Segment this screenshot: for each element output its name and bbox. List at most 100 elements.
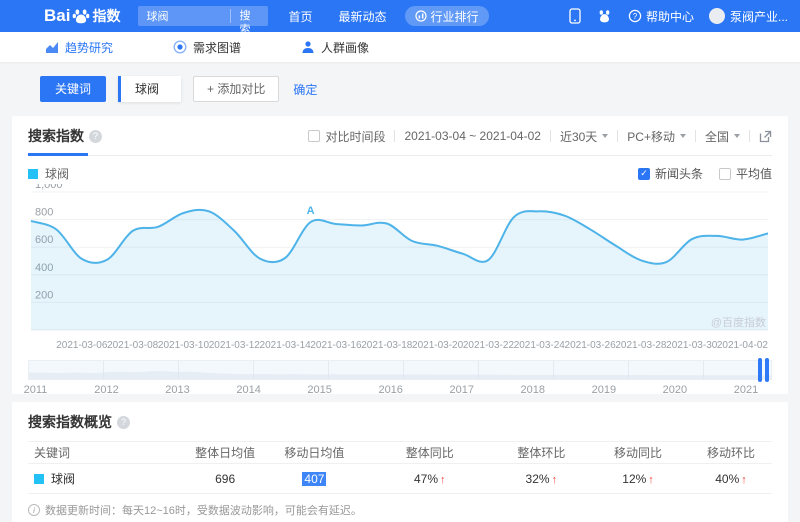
col-mobile-yoy: 移动同比 [614,446,663,460]
col-overall-mom: 整体环比 [517,446,566,460]
mobile-icon[interactable] [569,8,581,24]
tab-demand-map[interactable]: 需求图谱 [173,39,241,56]
mobile-avg-value-highlighted[interactable]: 407 [302,471,327,486]
divider [549,130,551,142]
keyword-cell: 球阀 [28,470,184,487]
slider-handle-right[interactable] [765,358,769,382]
news-headline-checkbox[interactable]: ✓ 新闻头条 [637,165,703,182]
year-label: 2018 [520,384,546,396]
svg-text:2021-03-10: 2021-03-10 [158,340,210,351]
tab-label: 趋势研究 [65,40,114,55]
nav-link-news[interactable]: 最新动态 [338,8,386,25]
tab-trend-research[interactable]: 趋势研究 [45,39,113,56]
year-label: 2016 [378,384,403,396]
trend-chart-svg[interactable]: 2004006008001,0002021-03-062021-03-08202… [28,184,772,354]
search-index-overview-card: 搜索指数概览 ? 关键词 整体日均值 移动日均值 整体同比 整体环比 移动同比 … [12,402,788,522]
keyword-bar: 关键词 球阀 + 添加对比 确定 [40,76,800,102]
svg-text:2021-03-22: 2021-03-22 [463,340,515,351]
avatar [708,8,725,24]
compare-period-label: 对比时间段 [325,129,386,144]
data-update-note: i 数据更新时间：每天12~16时，受数据波动影响，可能会有延迟。 [28,502,772,518]
year-label: 2014 [236,384,261,396]
logo-text: Bai [44,6,71,25]
app-paw-icon[interactable] [596,9,613,23]
timeline-years: 2011 2012 2013 2014 2015 2016 2017 2018 2019 2020… [24,384,772,397]
mobile-yoy-cell: 12% ↑ [586,472,690,486]
checkbox-unchecked-icon[interactable] [308,130,321,142]
svg-text:A: A [307,205,315,217]
user-account[interactable]: 泵阀产业... [708,8,788,25]
trend-chart-area[interactable]: 2004006008001,0002021-03-062021-03-08202… [28,184,772,354]
tab-label: 需求图谱 [193,40,242,55]
svg-text:2021-03-24: 2021-03-24 [514,340,566,351]
period-select[interactable]: 近30天 [559,128,609,145]
help-center[interactable]: ? 帮助中心 [628,8,694,25]
average-checkbox[interactable]: 平均值 [718,165,772,182]
svg-text:2021-04-02: 2021-04-02 [717,340,769,351]
top-navbar: Bai 指数 搜索 首页 最新动态 行业排行 [0,0,800,36]
svg-text:2021-03-06: 2021-03-06 [56,340,108,351]
add-compare-button[interactable]: + 添加对比 [193,76,280,102]
compare-period-checkbox[interactable]: 对比时间段 [308,128,385,145]
help-icon: ? [628,9,642,23]
col-keyword: 关键词 [34,446,71,460]
keyword-value: 球阀 [51,472,76,486]
device-select[interactable]: PC+移动 [627,128,686,145]
search-button[interactable]: 搜索 [230,9,268,36]
checkbox-checked-icon[interactable]: ✓ [637,167,650,180]
search-input[interactable] [138,10,231,22]
navbar-search: 搜索 [138,6,269,36]
col-overall-daily-avg: 整体日均值 [195,446,256,460]
tab-label: 人群画像 [321,40,370,55]
keyword-tag[interactable]: 球阀 [118,76,182,102]
date-range-picker[interactable]: 2021-03-04 ~ 2021-04-02 [404,129,540,143]
year-label: 2019 [591,384,617,396]
year-label: 2020 [662,384,688,396]
year-label: 2017 [449,384,474,396]
active-tab-underline [28,153,88,156]
question-icon[interactable]: ? [117,415,130,429]
col-mobile-daily-avg: 移动日均值 [284,446,345,460]
overall-yoy-cell: 47% ↑ [363,472,497,486]
svg-text:2021-03-28: 2021-03-28 [615,340,667,351]
mobile-mom-value: 40% [715,471,740,486]
logo-suffix: 指数 [92,8,121,24]
year-label: 2012 [94,384,119,396]
overall-yoy-value: 47% [413,471,438,486]
up-arrow-icon: ↑ [551,473,558,486]
overview-title: 搜索指数概览 [28,414,112,430]
nav-link-home[interactable]: 首页 [288,8,312,25]
slider-handle-left[interactable] [758,358,762,382]
period-value: 近30天 [559,129,598,144]
overall-avg-value: 696 [215,471,236,486]
baidu-index-logo[interactable]: Bai 指数 [44,6,120,26]
industry-ranking-button[interactable]: 行业排行 [404,6,489,26]
timeline-slider[interactable] [28,358,772,382]
col-mobile-mom: 移动环比 [707,446,756,460]
svg-text:1,000: 1,000 [35,184,63,191]
mobile-avg-cell: 407 [266,471,363,486]
export-icon[interactable] [759,130,772,143]
tab-audience-profile[interactable]: 人群画像 [301,39,369,56]
svg-text:2021-03-08: 2021-03-08 [107,340,159,351]
card-header: 搜索指数 ? 对比时间段 2021-03-04 ~ 2021-04-02 近30… [28,126,772,156]
device-value: PC+移动 [627,129,675,144]
table-header: 关键词 整体日均值 移动日均值 整体同比 整体环比 移动同比 移动环比 [28,441,772,464]
series-color-swatch [34,473,44,484]
radar-icon [173,40,187,54]
region-select[interactable]: 全国 [705,128,740,145]
table-row: 球阀 696 407 47% ↑ 32% ↑ 12% ↑ 40% ↑ [28,464,772,494]
help-center-label: 帮助中心 [645,9,694,24]
up-arrow-icon: ↑ [648,473,654,486]
svg-text:2021-03-14: 2021-03-14 [260,340,312,351]
paw-icon [73,9,90,24]
question-icon[interactable]: ? [89,129,102,143]
confirm-button[interactable]: 确定 [293,81,317,98]
year-label: 2013 [165,384,190,396]
chevron-down-icon [679,134,686,138]
keyword-category-button[interactable]: 关键词 [40,76,107,102]
timeline-sparkline [29,371,771,379]
checkbox-unchecked-icon[interactable] [718,167,731,180]
year-label: 2015 [307,384,332,396]
navbar-right: ? 帮助中心 泵阀产业... [569,8,788,25]
